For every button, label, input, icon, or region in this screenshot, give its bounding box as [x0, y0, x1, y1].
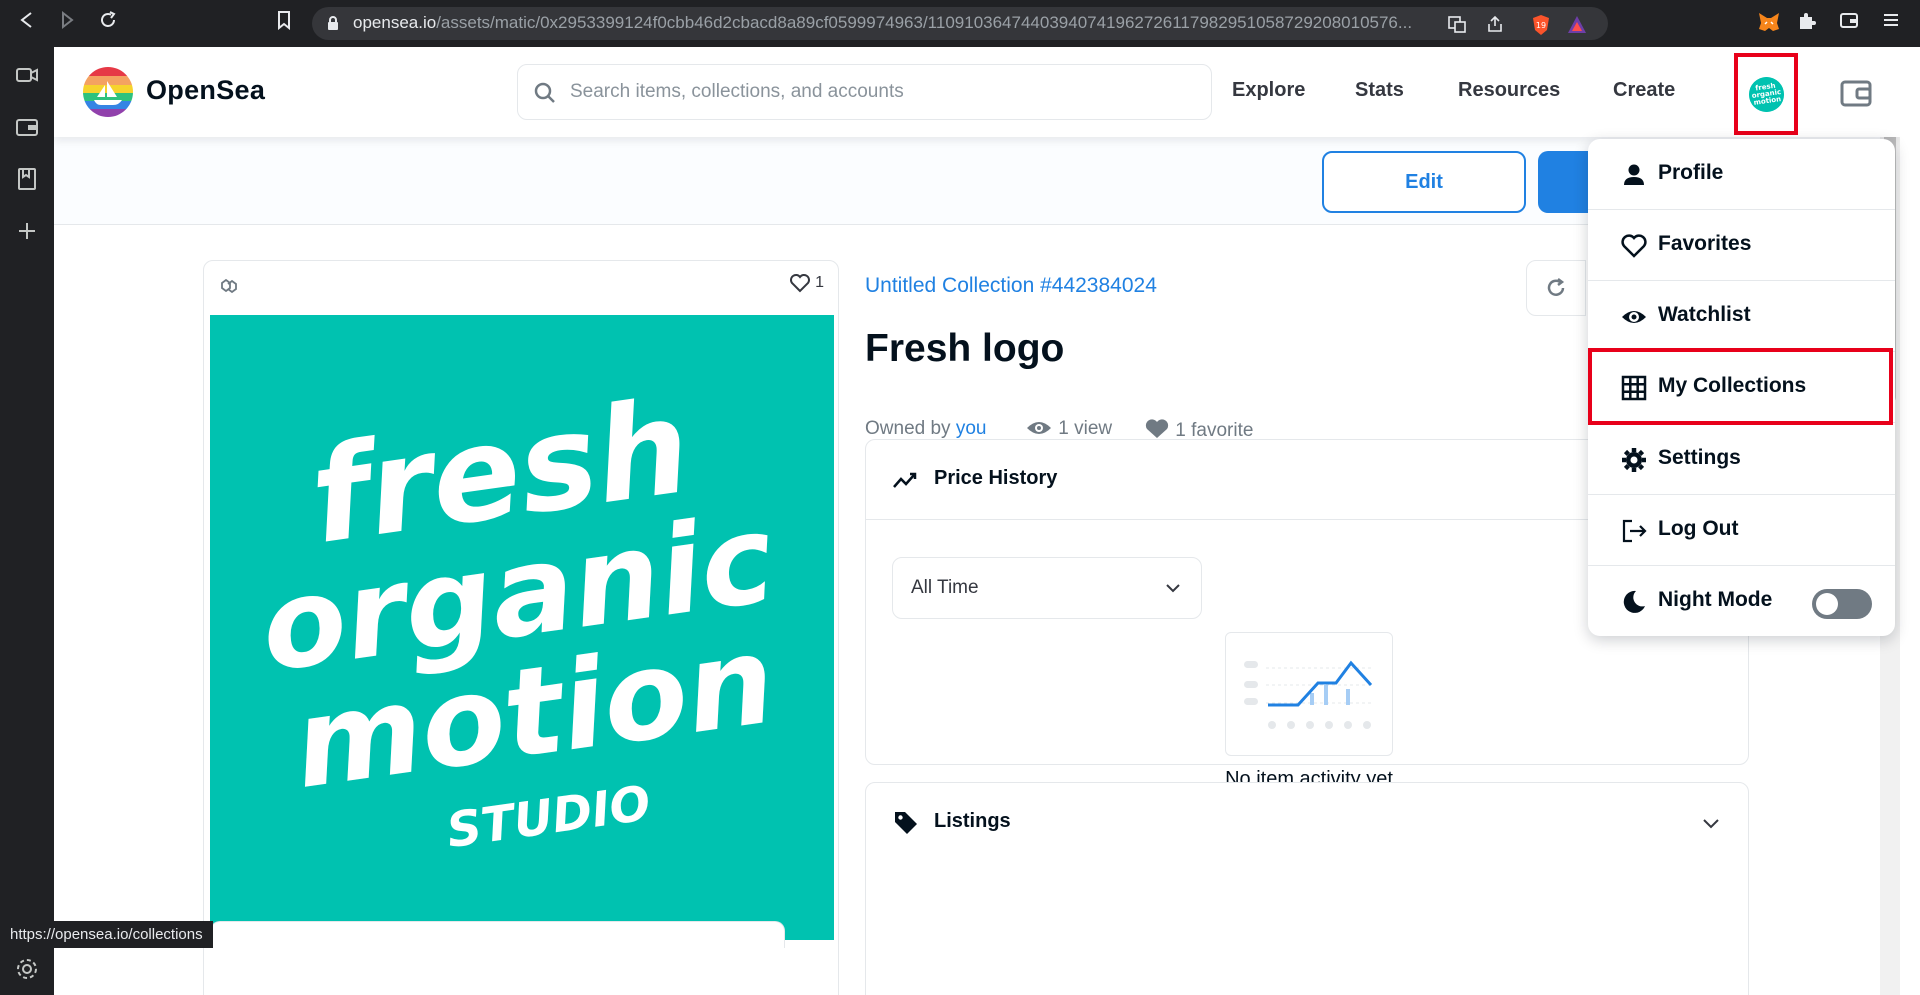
listings-panel: Listings — [865, 782, 1749, 995]
forward-icon[interactable] — [53, 9, 81, 37]
profile-avatar-highlight[interactable]: fresh organic motion — [1734, 53, 1798, 135]
favorite-counter[interactable]: 1 — [789, 273, 824, 295]
heart-icon[interactable] — [789, 273, 811, 293]
search-icon — [534, 82, 555, 103]
asset-image-card: 1 fresh organic motion STUDIO — [203, 260, 839, 995]
address-bar[interactable]: opensea.io/assets/matic/0x2953399124f0cb… — [312, 7, 1608, 40]
moon-icon — [1623, 590, 1645, 613]
reload-icon[interactable] — [94, 9, 122, 37]
collection-link[interactable]: Untitled Collection #442384024 — [865, 274, 1157, 298]
price-history-title: Price History — [934, 467, 1058, 489]
owner-link[interactable]: you — [956, 418, 987, 439]
nav-explore[interactable]: Explore — [1232, 79, 1305, 102]
video-icon[interactable] — [13, 61, 41, 89]
reading-list-icon[interactable] — [13, 165, 41, 193]
menu-item-settings[interactable]: Settings — [1588, 424, 1895, 495]
brand-name[interactable]: OpenSea — [146, 75, 265, 106]
url-text: opensea.io/assets/matic/0x2953399124f0cb… — [353, 13, 1413, 32]
brave-shield-icon[interactable]: 19 — [1530, 14, 1552, 35]
brave-rewards-icon[interactable] — [1566, 14, 1588, 34]
logout-icon — [1622, 519, 1647, 543]
lock-icon — [328, 16, 338, 30]
nav-create[interactable]: Create — [1613, 79, 1675, 102]
back-icon[interactable] — [13, 9, 41, 37]
search-box[interactable] — [517, 64, 1212, 120]
time-range-value: All Time — [911, 577, 979, 598]
extensions-icon[interactable] — [1794, 11, 1820, 37]
asset-title: Fresh logo — [865, 327, 1065, 370]
my-collections-highlight — [1588, 348, 1893, 425]
eye-icon — [1027, 422, 1051, 434]
polygon-chain-icon — [221, 278, 237, 294]
nft-image[interactable]: fresh organic motion STUDIO — [210, 315, 834, 940]
nav-stats[interactable]: Stats — [1355, 79, 1404, 102]
translate-icon[interactable] — [1446, 14, 1468, 34]
fresh-organic-motion-logo: fresh organic motion STUDIO — [253, 370, 783, 859]
trending-icon — [893, 472, 917, 488]
views-count: 1 view — [1025, 418, 1112, 440]
chevron-down-icon — [1703, 819, 1719, 829]
wallet-icon[interactable] — [1839, 76, 1873, 110]
menu-item-night-mode[interactable]: Night Mode — [1588, 566, 1895, 637]
heart-filled-icon — [1145, 419, 1169, 438]
gear-icon — [1622, 448, 1646, 472]
person-icon — [1624, 164, 1644, 185]
time-range-select[interactable]: All Time — [892, 557, 1202, 619]
menu-item-log-out[interactable]: Log Out — [1588, 495, 1895, 566]
wallet-rail-icon[interactable] — [13, 113, 41, 141]
refresh-metadata-button[interactable] — [1526, 260, 1586, 316]
listings-title: Listings — [934, 810, 1011, 832]
status-bar-url: https://opensea.io/collections — [0, 921, 213, 948]
browser-sidebar — [0, 47, 54, 995]
browser-menu-icon[interactable] — [1878, 11, 1904, 37]
svg-text:19: 19 — [1536, 21, 1546, 30]
avatar[interactable]: fresh organic motion — [1749, 77, 1784, 112]
menu-item-favorites[interactable]: Favorites — [1588, 210, 1895, 281]
browser-toolbar: opensea.io/assets/matic/0x2953399124f0cb… — [0, 0, 1920, 47]
chevron-down-icon — [1166, 584, 1180, 593]
listings-header[interactable]: Listings — [866, 783, 1748, 863]
gear-icon[interactable] — [13, 955, 41, 983]
metamask-icon[interactable] — [1756, 11, 1782, 37]
share-icon[interactable] — [1484, 14, 1506, 34]
next-card-edge — [210, 921, 785, 948]
empty-chart-illustration — [1225, 632, 1393, 756]
card-header: 1 — [204, 261, 838, 306]
opensea-logo[interactable] — [83, 67, 133, 117]
night-mode-toggle[interactable] — [1812, 589, 1872, 619]
add-icon[interactable] — [13, 217, 41, 245]
menu-item-profile[interactable]: Profile — [1588, 139, 1895, 210]
heart-icon — [1621, 234, 1647, 258]
refresh-icon — [1547, 278, 1565, 296]
favorite-count: 1 — [815, 274, 824, 292]
eye-icon — [1622, 311, 1646, 323]
bookmark-icon[interactable] — [270, 9, 298, 37]
tag-icon — [895, 812, 917, 834]
nav-resources[interactable]: Resources — [1458, 79, 1560, 102]
edit-button[interactable]: Edit — [1322, 151, 1526, 213]
menu-item-watchlist[interactable]: Watchlist — [1588, 281, 1895, 352]
toggle-knob — [1816, 593, 1838, 615]
wallet-extension-icon[interactable] — [1836, 11, 1862, 37]
search-input[interactable] — [570, 65, 1190, 119]
owner-line: Owned by you — [865, 418, 987, 439]
site-header: OpenSea Explore Stats Resources Create f… — [54, 47, 1900, 137]
